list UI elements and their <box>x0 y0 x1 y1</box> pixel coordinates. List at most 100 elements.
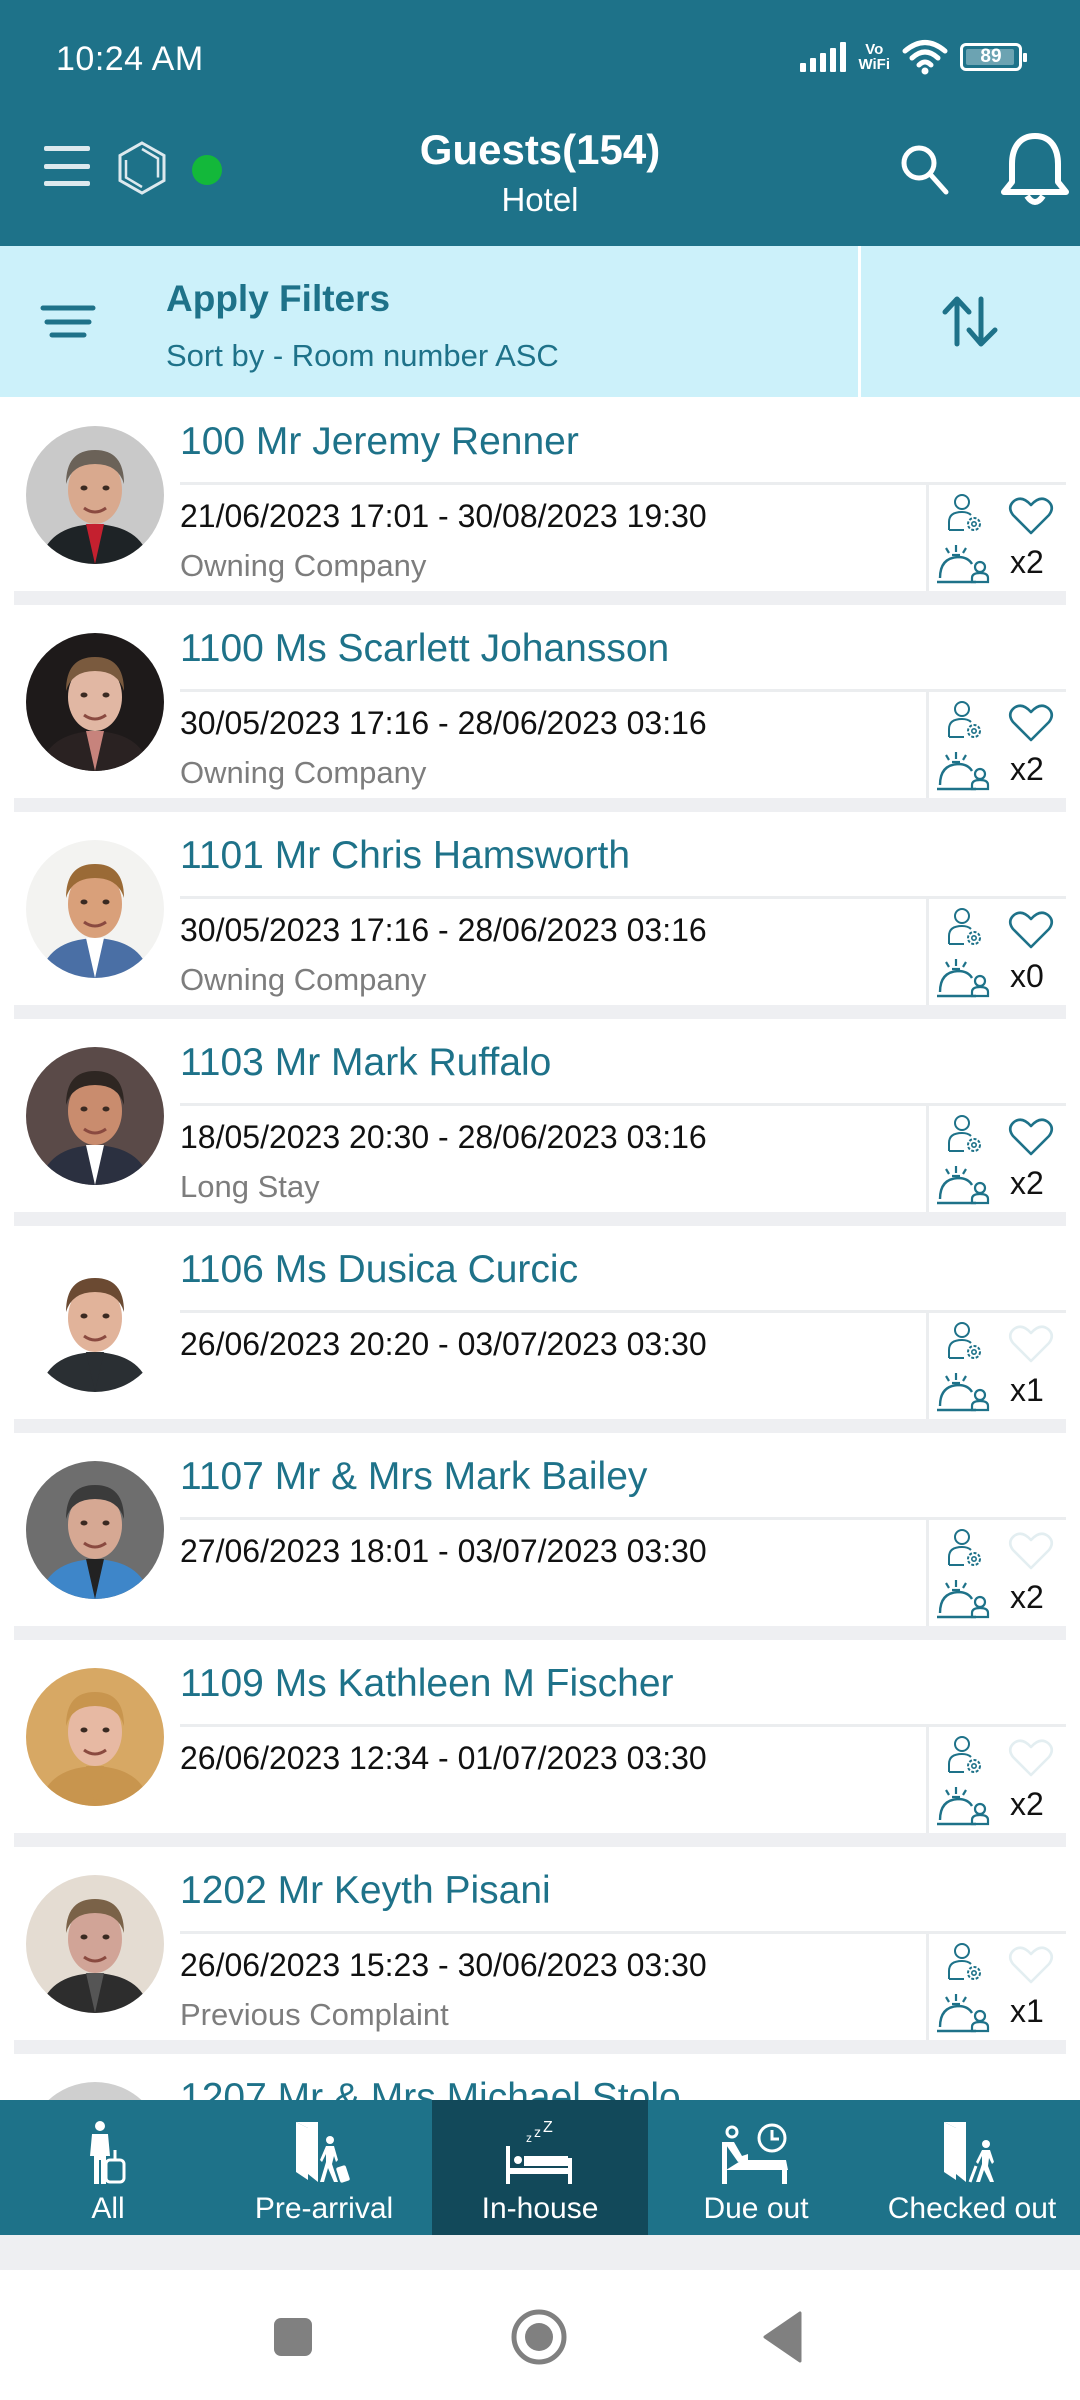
nav-spacer <box>0 2235 1080 2270</box>
guest-name: 1109 Ms Kathleen M Fischer <box>180 1662 674 1705</box>
bottom-navigation: All Pre-arrival z z Z In-house Due out C… <box>0 2100 1080 2235</box>
favorite-heart-icon[interactable] <box>1008 496 1054 536</box>
stay-dates: 21/06/2023 17:01 - 30/08/2023 19:30 <box>180 498 707 534</box>
guest-preferences-icon[interactable] <box>944 906 986 948</box>
guest-preferences-icon[interactable] <box>944 1113 986 1155</box>
concierge-bell-icon[interactable] <box>936 542 992 586</box>
system-navigation-bar <box>0 2270 1080 2400</box>
avatar-portrait-icon <box>26 1047 164 1185</box>
item-divider <box>180 1931 1066 1934</box>
concierge-bell-icon[interactable] <box>936 1577 992 1621</box>
guest-avatar <box>26 1668 164 1806</box>
favorite-heart-icon[interactable] <box>1008 1117 1054 1157</box>
bed-clock-icon <box>722 2123 788 2184</box>
stay-dates: 26/06/2023 15:23 - 30/06/2023 03:30 <box>180 1947 707 1983</box>
status-time: 10:24 AM <box>56 40 204 78</box>
guest-preferences-icon[interactable] <box>944 1527 986 1569</box>
recent-apps-icon[interactable] <box>272 2316 314 2358</box>
app-header: 10:24 AM Vo WiFi 89 Guests(154) Hotel <box>0 0 1080 246</box>
apply-filters-button[interactable]: Apply Filters Sort by - Room number ASC <box>0 246 858 397</box>
item-divider <box>180 1103 1066 1106</box>
door-exit-icon <box>944 2122 994 2183</box>
svg-text:z: z <box>526 2131 532 2145</box>
filter-icon <box>40 305 96 338</box>
sort-button[interactable] <box>861 246 1080 397</box>
guest-count: x2 <box>1010 1165 1044 1201</box>
guest-list-item[interactable]: 1109 Ms Kathleen M Fischer 26/06/2023 12… <box>14 1642 1066 1849</box>
concierge-bell-icon[interactable] <box>936 1370 992 1414</box>
tab-label: All <box>91 2192 125 2225</box>
guest-list-item[interactable]: 1202 Mr Keyth Pisani 26/06/2023 15:23 - … <box>14 1849 1066 2056</box>
item-divider <box>180 1517 1066 1520</box>
item-separator <box>14 591 1066 605</box>
guest-count: x2 <box>1010 1579 1044 1615</box>
vowifi-bottom: WiFi <box>858 56 890 73</box>
tab-in-house[interactable]: z z Z In-house <box>432 2100 648 2235</box>
guest-preferences-icon[interactable] <box>944 699 986 741</box>
favorite-heart-inactive-icon[interactable] <box>1008 1945 1054 1985</box>
guest-preferences-icon[interactable] <box>944 1941 986 1983</box>
guest-list-item[interactable]: 1207 Mr & Mrs Michael Stolo <box>14 2056 1066 2100</box>
stay-dates: 26/06/2023 20:20 - 03/07/2023 03:30 <box>180 1326 707 1362</box>
battery-percent: 89 <box>980 46 1002 67</box>
guest-name: 1103 Mr Mark Ruffalo <box>180 1041 552 1084</box>
guest-count: x1 <box>1010 1993 1044 2029</box>
avatar-portrait-icon <box>26 1668 164 1806</box>
bell-icon[interactable] <box>998 130 1072 210</box>
tab-checked-out[interactable]: Checked out <box>864 2100 1080 2235</box>
vowifi-icon: Vo WiFi <box>858 42 890 72</box>
guest-count: x1 <box>1010 1372 1044 1408</box>
guest-list[interactable]: 100 Mr Jeremy Renner 21/06/2023 17:01 - … <box>0 397 1080 2100</box>
avatar-portrait-icon <box>26 840 164 978</box>
tab-label: Checked out <box>887 2192 1057 2225</box>
guest-list-item[interactable]: 1100 Ms Scarlett Johansson 30/05/2023 17… <box>14 607 1066 814</box>
tab-due-out[interactable]: Due out <box>648 2100 864 2235</box>
actions-divider <box>926 1313 929 1419</box>
guest-name: 1107 Mr & Mrs Mark Bailey <box>180 1455 648 1498</box>
favorite-heart-inactive-icon[interactable] <box>1008 1738 1054 1778</box>
stay-dates: 18/05/2023 20:30 - 28/06/2023 03:16 <box>180 1119 707 1155</box>
favorite-heart-icon[interactable] <box>1008 910 1054 950</box>
item-divider <box>180 896 1066 899</box>
home-icon[interactable] <box>510 2308 568 2366</box>
item-separator <box>14 1833 1066 1847</box>
guest-list-item[interactable]: 1107 Mr & Mrs Mark Bailey 27/06/2023 18:… <box>14 1435 1066 1642</box>
actions-divider <box>926 692 929 798</box>
guest-list-item[interactable]: 100 Mr Jeremy Renner 21/06/2023 17:01 - … <box>14 400 1066 607</box>
actions-divider <box>926 1106 929 1212</box>
stay-dates: 27/06/2023 18:01 - 03/07/2023 03:30 <box>180 1533 707 1569</box>
avatar-portrait-icon <box>26 1461 164 1599</box>
battery-icon: 89 <box>960 43 1027 71</box>
guest-preferences-icon[interactable] <box>944 492 986 534</box>
concierge-bell-icon[interactable] <box>936 956 992 1000</box>
guest-list-item[interactable]: 1106 Ms Dusica Curcic 26/06/2023 20:20 -… <box>14 1228 1066 1435</box>
guest-preferences-icon[interactable] <box>944 1734 986 1776</box>
guest-tag: Previous Complaint <box>180 1997 449 2032</box>
tab-all[interactable]: All <box>0 2100 216 2235</box>
concierge-bell-icon[interactable] <box>936 1163 992 1207</box>
item-separator <box>14 2040 1066 2054</box>
favorite-heart-icon[interactable] <box>1008 703 1054 743</box>
guest-list-item[interactable]: 1101 Mr Chris Hamsworth 30/05/2023 17:16… <box>14 814 1066 1021</box>
favorite-heart-inactive-icon[interactable] <box>1008 1324 1054 1364</box>
guest-name: 1101 Mr Chris Hamsworth <box>180 834 631 877</box>
search-icon[interactable] <box>896 140 954 198</box>
concierge-bell-icon[interactable] <box>936 1784 992 1828</box>
tab-pre-arrival[interactable]: Pre-arrival <box>216 2100 432 2235</box>
guest-preferences-icon[interactable] <box>944 1320 986 1362</box>
item-separator <box>14 798 1066 812</box>
guest-avatar <box>26 1254 164 1392</box>
apply-filters-label: Apply Filters <box>166 278 391 319</box>
concierge-bell-icon[interactable] <box>936 749 992 793</box>
tab-label: In-house <box>481 2192 599 2225</box>
item-divider <box>180 689 1066 692</box>
avatar-portrait-icon <box>26 1875 164 2013</box>
back-icon[interactable] <box>760 2310 806 2364</box>
signal-icon <box>800 42 847 72</box>
concierge-bell-icon[interactable] <box>936 1991 992 2035</box>
guest-list-item[interactable]: 1103 Mr Mark Ruffalo 18/05/2023 20:30 - … <box>14 1021 1066 1228</box>
svg-text:Z: Z <box>543 2120 553 2136</box>
favorite-heart-inactive-icon[interactable] <box>1008 1531 1054 1571</box>
vowifi-top: Vo <box>865 41 884 58</box>
guest-name: 100 Mr Jeremy Renner <box>180 420 579 463</box>
